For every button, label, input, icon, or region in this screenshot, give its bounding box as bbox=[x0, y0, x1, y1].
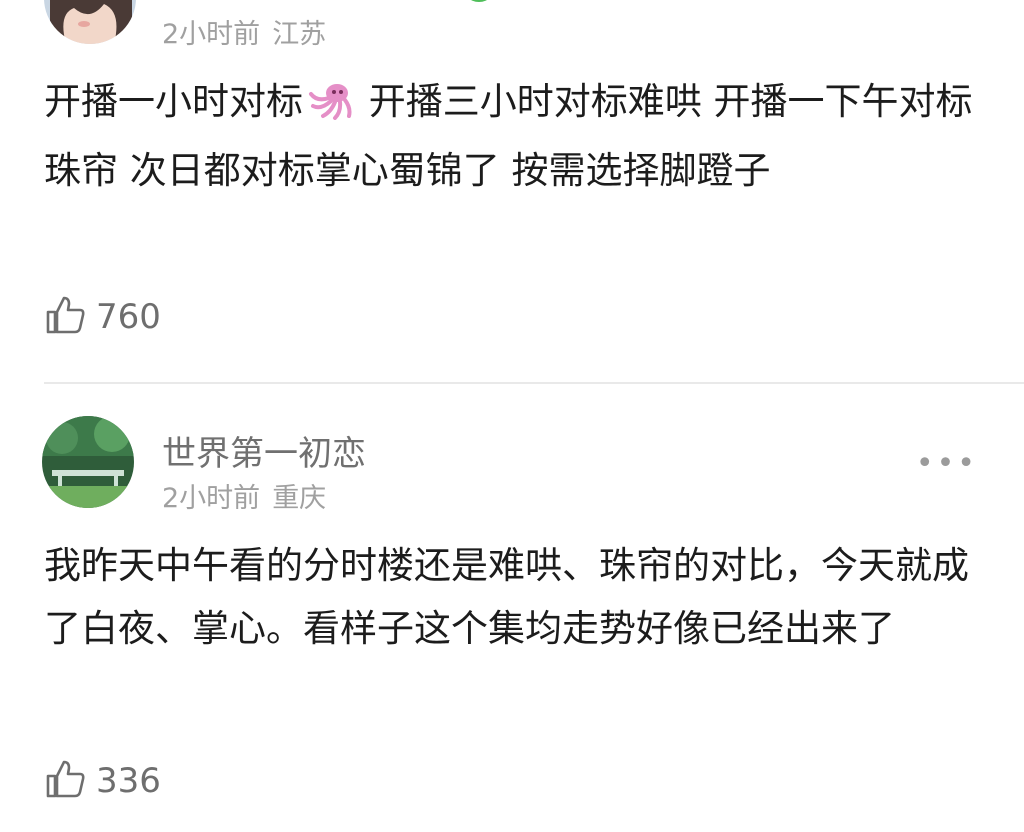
comment-2: 世界第一初恋 ••• 2小时前 重庆 我昨天中午看的分时楼还是难哄、珠帘的对比，今… bbox=[0, 0, 1024, 832]
author-name[interactable]: 世界第一初恋 bbox=[162, 426, 366, 475]
comment-meta: 2小时前 重庆 bbox=[162, 476, 326, 515]
like-button[interactable]: 336 bbox=[44, 758, 161, 804]
more-icon[interactable]: ••• bbox=[916, 446, 978, 481]
comment-text: 我昨天中午看的分时楼还是难哄、珠帘的对比，今天就成了白夜、掌心。看样子这个集均走… bbox=[44, 544, 969, 650]
thumbs-up-icon bbox=[44, 758, 86, 804]
avatar-image bbox=[42, 416, 134, 508]
like-count: 336 bbox=[96, 761, 161, 801]
avatar[interactable] bbox=[42, 416, 134, 508]
comment-location: 重庆 bbox=[272, 483, 327, 514]
comment-time: 2小时前 bbox=[162, 483, 261, 514]
